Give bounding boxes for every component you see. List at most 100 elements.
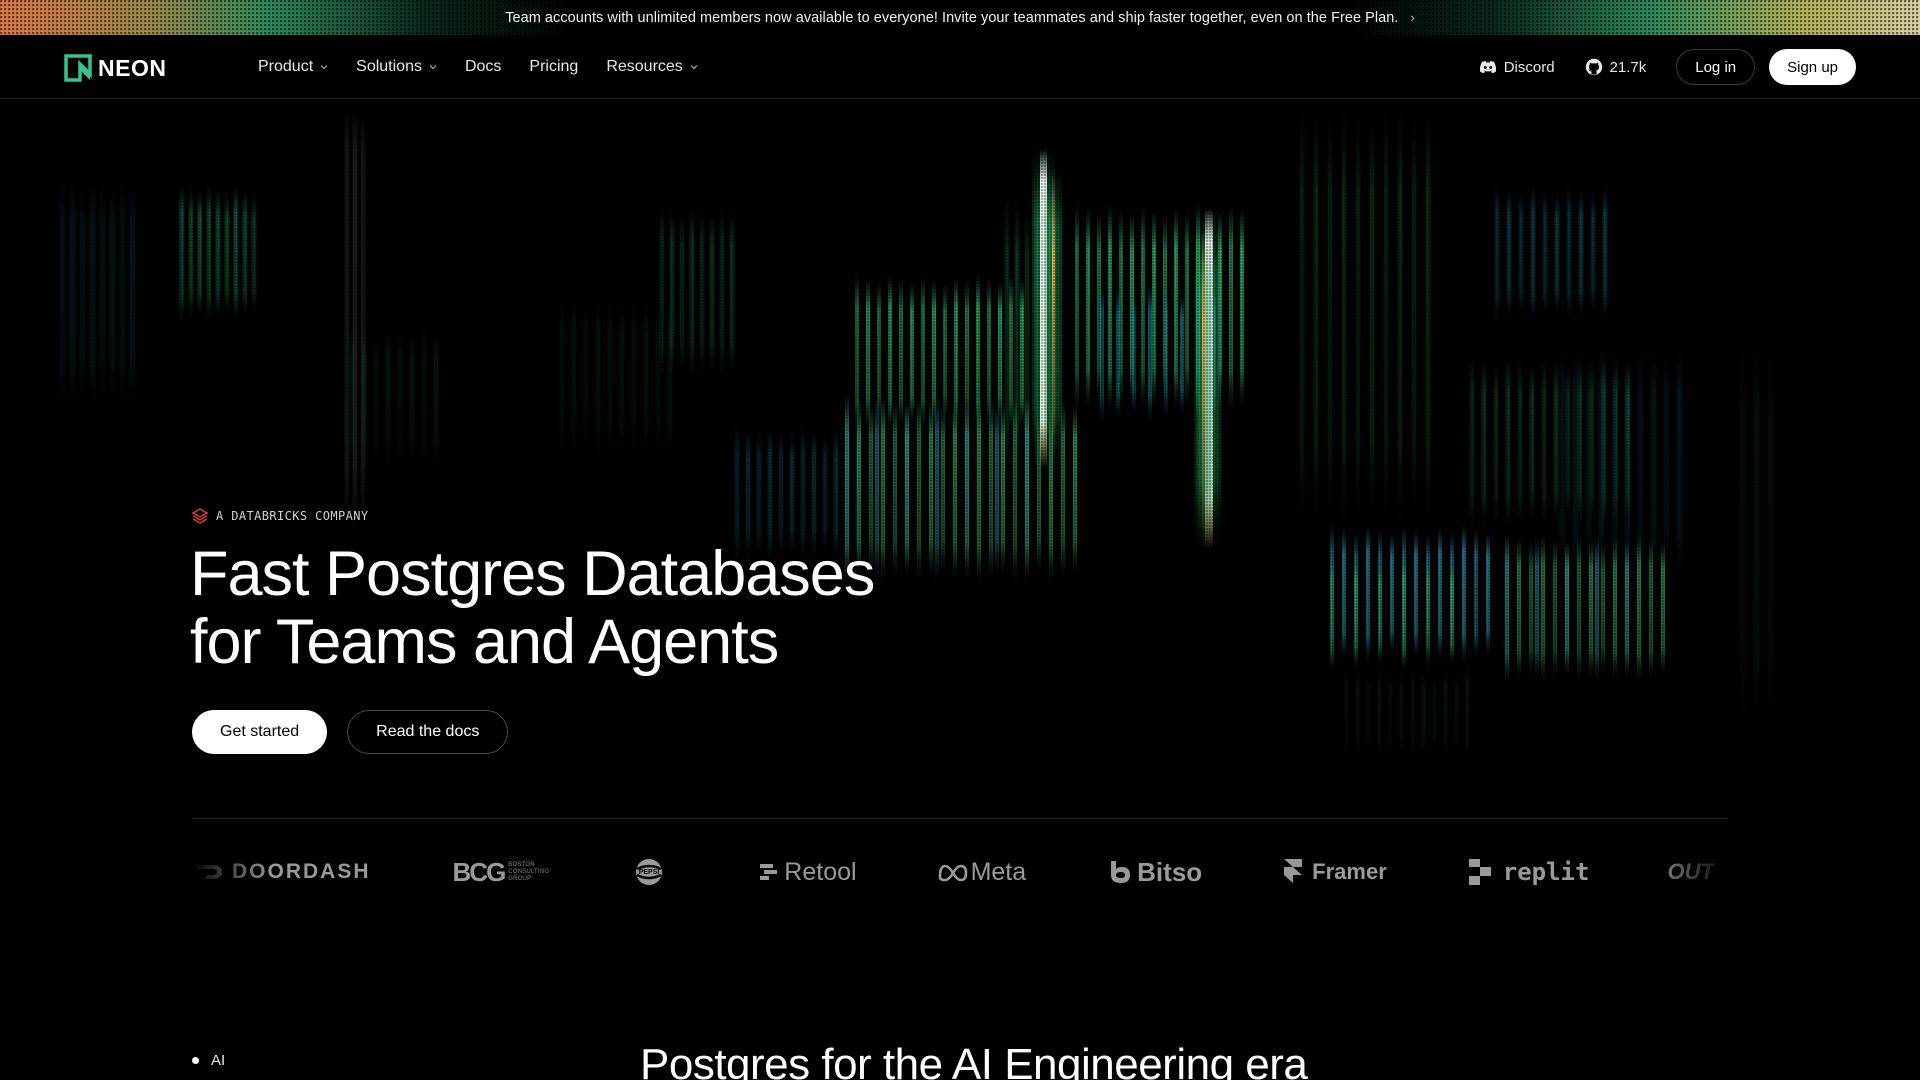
- chevron-down-icon: [320, 65, 328, 70]
- light-bar: [180, 184, 184, 324]
- light-streak: [1040, 149, 1047, 469]
- light-bar: [1342, 105, 1346, 533]
- light-bar: [1579, 190, 1583, 318]
- logo-text: NEON: [98, 54, 167, 81]
- light-bar: [1529, 542, 1533, 676]
- light-bar: [1342, 528, 1346, 660]
- bcg-logo: BCG BOSTON CONSULTING GROUP: [453, 857, 557, 888]
- light-bar: [189, 188, 193, 320]
- light-bar: [361, 112, 365, 526]
- light-bar: [100, 179, 105, 409]
- light-bar: [1097, 212, 1101, 406]
- light-bar: [1661, 542, 1665, 676]
- light-bar: [1519, 192, 1523, 316]
- light-bar: [198, 188, 201, 320]
- bitso-icon: [1111, 861, 1131, 883]
- databricks-badge[interactable]: A DATABRICKS COMPANY: [192, 508, 369, 524]
- light-bar: [1613, 537, 1617, 681]
- light-bar: [1180, 293, 1184, 415]
- menu-item-label: Pricing: [529, 58, 579, 75]
- light-bar: [1426, 534, 1430, 654]
- light-bar: [660, 204, 664, 384]
- light-bar: [1426, 107, 1430, 531]
- light-bar: [1541, 535, 1545, 683]
- retool-icon: [760, 864, 778, 880]
- light-bar: [353, 108, 357, 530]
- light-bar: [1590, 361, 1594, 527]
- menu-item-solutions[interactable]: Solutions: [356, 58, 437, 76]
- light-bar: [1356, 109, 1360, 529]
- light-bar: [386, 325, 390, 473]
- light-bar: [823, 434, 827, 554]
- light-bar: [1005, 194, 1009, 484]
- light-bar: [1412, 114, 1416, 524]
- light-bar: [1450, 531, 1454, 657]
- neon-logo[interactable]: NEON: [64, 54, 166, 82]
- light-bar: [730, 210, 734, 378]
- signup-button[interactable]: Sign up: [1769, 49, 1856, 85]
- github-link[interactable]: 21.7k: [1585, 58, 1646, 76]
- light-bar: [1384, 106, 1388, 532]
- light-bar: [1625, 539, 1629, 679]
- light-bar: [720, 206, 724, 382]
- announcement-banner[interactable]: Team accounts with unlimited members now…: [0, 0, 1920, 35]
- light-bar: [1612, 349, 1617, 579]
- light-bar: [345, 104, 349, 534]
- light-bar: [1494, 362, 1498, 526]
- light-bar: [1185, 211, 1189, 407]
- light-bar: [350, 324, 354, 474]
- main-menu: Product Solutions Docs Pricing Resources: [258, 35, 726, 99]
- light-bar: [1141, 206, 1145, 412]
- light-bar: [710, 213, 714, 375]
- light-bar: [1599, 345, 1604, 583]
- light-bar: [998, 282, 1002, 426]
- light-bar: [120, 176, 125, 412]
- light-bar: [941, 404, 945, 574]
- light-bar: [1370, 113, 1374, 525]
- light-bar: [1603, 187, 1607, 321]
- light-bar: [1367, 672, 1370, 756]
- light-bar: [1240, 209, 1244, 409]
- discord-link[interactable]: Discord: [1479, 59, 1555, 76]
- light-bar: [608, 299, 612, 459]
- hero-light-bars-graphic: [60, 104, 1773, 764]
- light-bar: [1020, 279, 1024, 429]
- light-bar: [1328, 112, 1332, 526]
- light-bar: [1589, 540, 1593, 678]
- light-bar: [881, 395, 885, 583]
- light-bar: [1402, 555, 1406, 673]
- light-bar: [1035, 195, 1039, 483]
- light-bar: [1356, 668, 1359, 760]
- pepsi-icon: PEPSI: [636, 859, 663, 885]
- login-button[interactable]: Log in: [1676, 49, 1756, 85]
- framer-icon: [1284, 859, 1303, 883]
- light-bar: [1625, 541, 1629, 677]
- menu-item-resources[interactable]: Resources: [606, 58, 698, 76]
- light-bar: [1649, 538, 1653, 680]
- announcement-text[interactable]: Team accounts with unlimited members now…: [505, 10, 1398, 26]
- read-docs-button[interactable]: Read the docs: [347, 710, 509, 754]
- light-bar: [398, 329, 402, 469]
- get-started-button[interactable]: Get started: [192, 710, 328, 754]
- light-bar: [1578, 357, 1582, 531]
- light-bar: [921, 276, 925, 432]
- light-bar: [1542, 356, 1546, 532]
- light-bar: [234, 185, 237, 323]
- light-bar: [1601, 544, 1605, 674]
- menu-item-pricing[interactable]: Pricing: [529, 58, 578, 76]
- light-bar: [434, 330, 438, 468]
- menu-item-product[interactable]: Product: [258, 58, 328, 76]
- light-bar: [1591, 194, 1595, 314]
- menu-item-label: Docs: [464, 58, 502, 75]
- light-bar: [234, 186, 238, 322]
- light-bar: [1474, 528, 1478, 660]
- light-bar: [965, 399, 969, 579]
- light-bar: [1025, 399, 1029, 579]
- light-bar: [910, 283, 914, 425]
- light-bar: [1565, 543, 1569, 675]
- menu-item-docs[interactable]: Docs: [465, 58, 501, 76]
- light-bar: [893, 399, 897, 579]
- replit-icon: [1468, 859, 1491, 885]
- section-tag-ai[interactable]: AI: [192, 1052, 225, 1069]
- light-bar: [1768, 342, 1773, 736]
